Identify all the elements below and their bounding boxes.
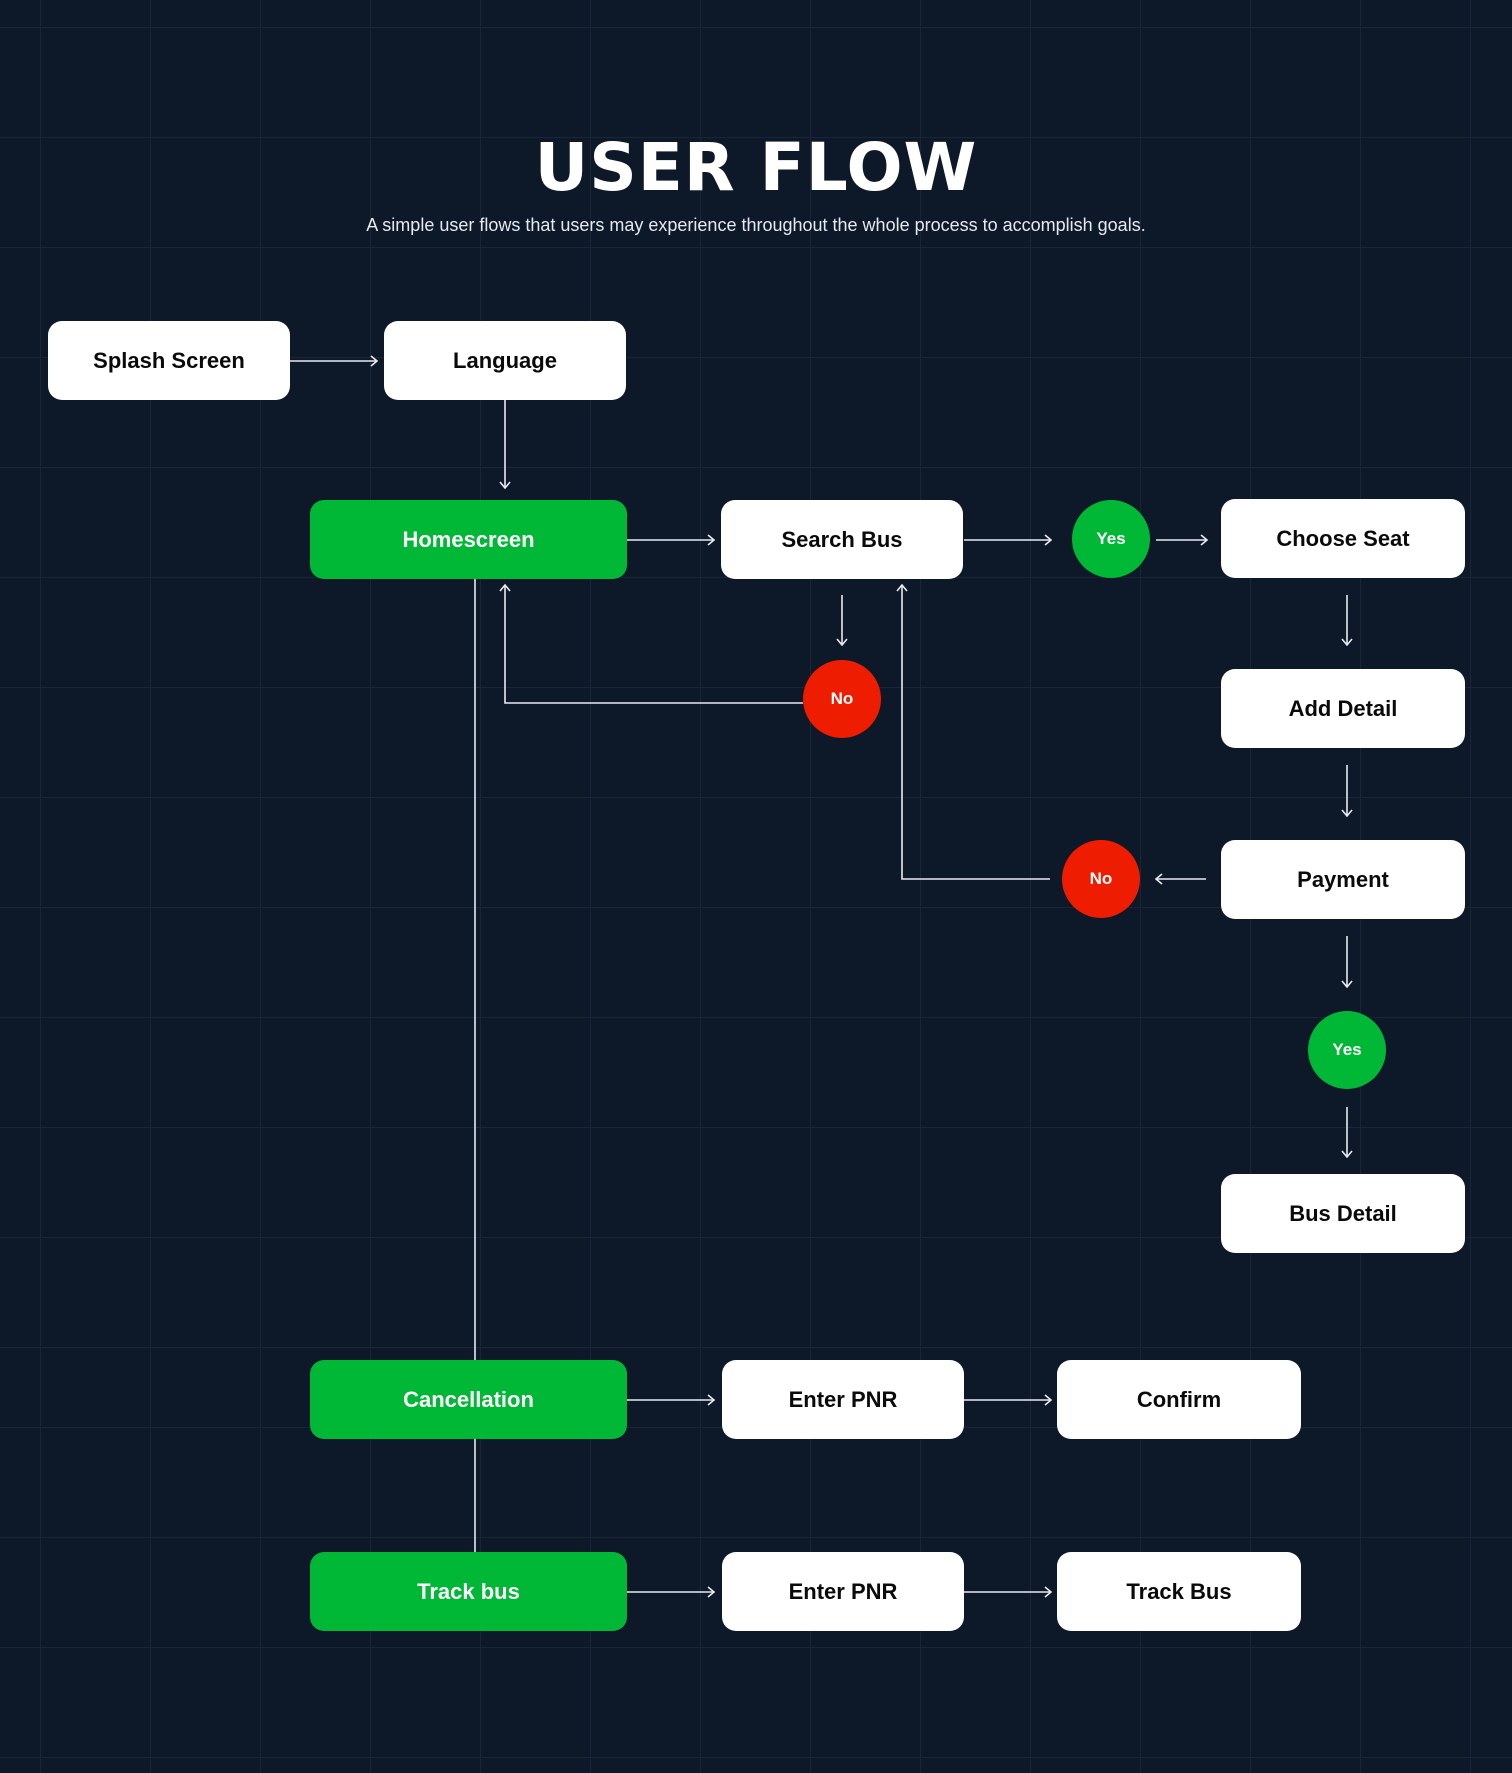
page-title: USER FLOW: [534, 129, 978, 206]
node-homescreen[interactable]: Homescreen: [310, 500, 627, 579]
node-bus-detail[interactable]: Bus Detail: [1221, 1174, 1465, 1253]
decision-payment-no[interactable]: No: [1062, 840, 1140, 918]
node-enter-pnr-cancellation[interactable]: Enter PNR: [722, 1360, 964, 1439]
page-subtitle: A simple user flows that users may exper…: [366, 215, 1146, 235]
node-language[interactable]: Language: [384, 321, 626, 400]
decision-search-yes[interactable]: Yes: [1072, 500, 1150, 578]
node-track-bus-end[interactable]: Track Bus: [1057, 1552, 1301, 1631]
node-search-bus[interactable]: Search Bus: [721, 500, 963, 579]
node-choose-seat[interactable]: Choose Seat: [1221, 499, 1465, 578]
node-confirm[interactable]: Confirm: [1057, 1360, 1301, 1439]
node-splash-screen[interactable]: Splash Screen: [48, 321, 290, 400]
decision-search-no[interactable]: No: [803, 660, 881, 738]
decision-payment-yes[interactable]: Yes: [1308, 1011, 1386, 1089]
node-cancellation[interactable]: Cancellation: [310, 1360, 627, 1439]
node-track-bus-start[interactable]: Track bus: [310, 1552, 627, 1631]
node-add-detail[interactable]: Add Detail: [1221, 669, 1465, 748]
node-payment[interactable]: Payment: [1221, 840, 1465, 919]
node-enter-pnr-track[interactable]: Enter PNR: [722, 1552, 964, 1631]
